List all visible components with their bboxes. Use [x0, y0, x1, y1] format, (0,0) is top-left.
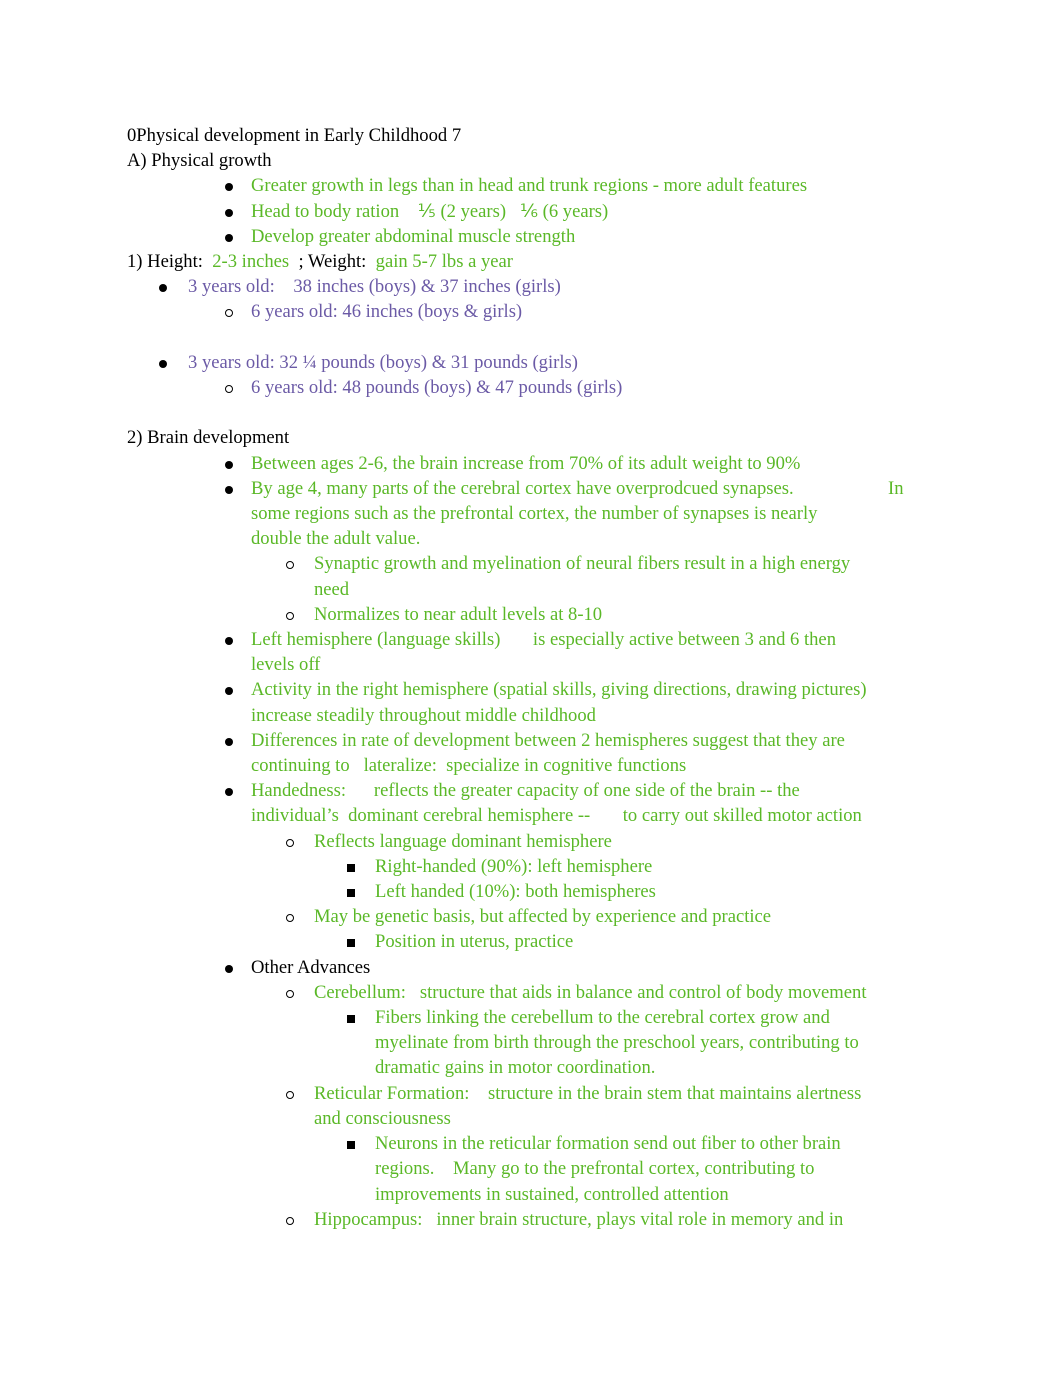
- bullet-icon: [219, 677, 239, 702]
- list-item: May be genetic basis, but affected by ex…: [127, 904, 917, 929]
- square-bullet-icon: [341, 854, 361, 879]
- list-item: Normalizes to near adult levels at 8-10: [127, 602, 917, 627]
- hollow-bullet-icon: [280, 829, 300, 854]
- list-item: 3 years old: 32 ¼ pounds (boys) & 31 pou…: [127, 350, 917, 375]
- brain-heading: 2) Brain development: [127, 427, 290, 449]
- square-bullet-icon: [341, 929, 361, 954]
- bullet-icon: [153, 350, 173, 375]
- list-item: Handedness: reflects the greater capacit…: [127, 778, 917, 828]
- list-item: Neurons in the reticular formation send …: [127, 1131, 917, 1207]
- document-title: 0Physical development in Early Childhood…: [127, 125, 462, 146]
- list-item: 6 years old: 48 pounds (boys) & 47 pound…: [127, 375, 917, 400]
- list-item: Cerebellum: structure that aids in balan…: [127, 980, 917, 1005]
- hollow-bullet-icon: [280, 551, 300, 576]
- list-item: Head to body ration ⅕ (2 years) ⅙ (6 yea…: [127, 199, 917, 224]
- list-item: Between ages 2-6, the brain increase fro…: [127, 451, 917, 476]
- list-item: Hippocampus: inner brain structure, play…: [127, 1207, 917, 1232]
- weight-value: gain 5-7 lbs a year: [375, 251, 513, 273]
- list-item: Differences in rate of development betwe…: [127, 728, 917, 778]
- list-item: Right-handed (90%): left hemisphere: [127, 854, 917, 879]
- bullet-icon: [219, 955, 239, 980]
- document-page: 0Physical development in Early Childhood…: [127, 123, 917, 1232]
- bullet-icon: [219, 199, 239, 224]
- bullet-icon: [153, 274, 173, 299]
- height-weight-line: 1) Height: 2-3 inches ; Weight: gain 5-7…: [127, 251, 513, 273]
- list-item: 3 years old: 38 inches (boys) & 37 inche…: [127, 274, 917, 299]
- hollow-bullet-icon: [280, 980, 300, 1005]
- hollow-bullet-icon: [280, 904, 300, 929]
- hollow-bullet-icon: [219, 375, 239, 400]
- bullet-icon: [219, 451, 239, 476]
- list-item: Fibers linking the cerebellum to the cer…: [127, 1005, 917, 1081]
- list-item: By age 4, many parts of the cerebral cor…: [127, 476, 917, 552]
- height-value: 2-3 inches: [212, 251, 290, 273]
- bullet-icon: [219, 778, 239, 803]
- bullet-icon: [219, 224, 239, 249]
- list-item: Reflects language dominant hemisphere: [127, 829, 917, 854]
- list-item: 6 years old: 46 inches (boys & girls): [127, 299, 917, 324]
- list-item: Synaptic growth and myelination of neura…: [127, 551, 917, 601]
- list-item: Develop greater abdominal muscle strengt…: [127, 224, 917, 249]
- square-bullet-icon: [341, 879, 361, 904]
- hollow-bullet-icon: [219, 299, 239, 324]
- list-item: Left handed (10%): both hemispheres: [127, 879, 917, 904]
- hollow-bullet-icon: [280, 1081, 300, 1106]
- bullet-icon: [219, 728, 239, 753]
- list-item: Reticular Formation: structure in the br…: [127, 1081, 917, 1131]
- list-item: Other Advances: [127, 955, 917, 980]
- square-bullet-icon: [341, 1131, 361, 1156]
- hollow-bullet-icon: [280, 602, 300, 627]
- list-item: Left hemisphere (language skills) is esp…: [127, 627, 917, 677]
- section-a-heading: A) Physical growth: [127, 150, 272, 172]
- bullet-icon: [219, 476, 239, 501]
- hollow-bullet-icon: [280, 1207, 300, 1232]
- list-item: Greater growth in legs than in head and …: [127, 173, 917, 198]
- bullet-icon: [219, 627, 239, 652]
- square-bullet-icon: [341, 1005, 361, 1030]
- list-item: Position in uterus, practice: [127, 929, 917, 954]
- list-item: Activity in the right hemisphere (spatia…: [127, 677, 917, 727]
- bullet-icon: [219, 173, 239, 198]
